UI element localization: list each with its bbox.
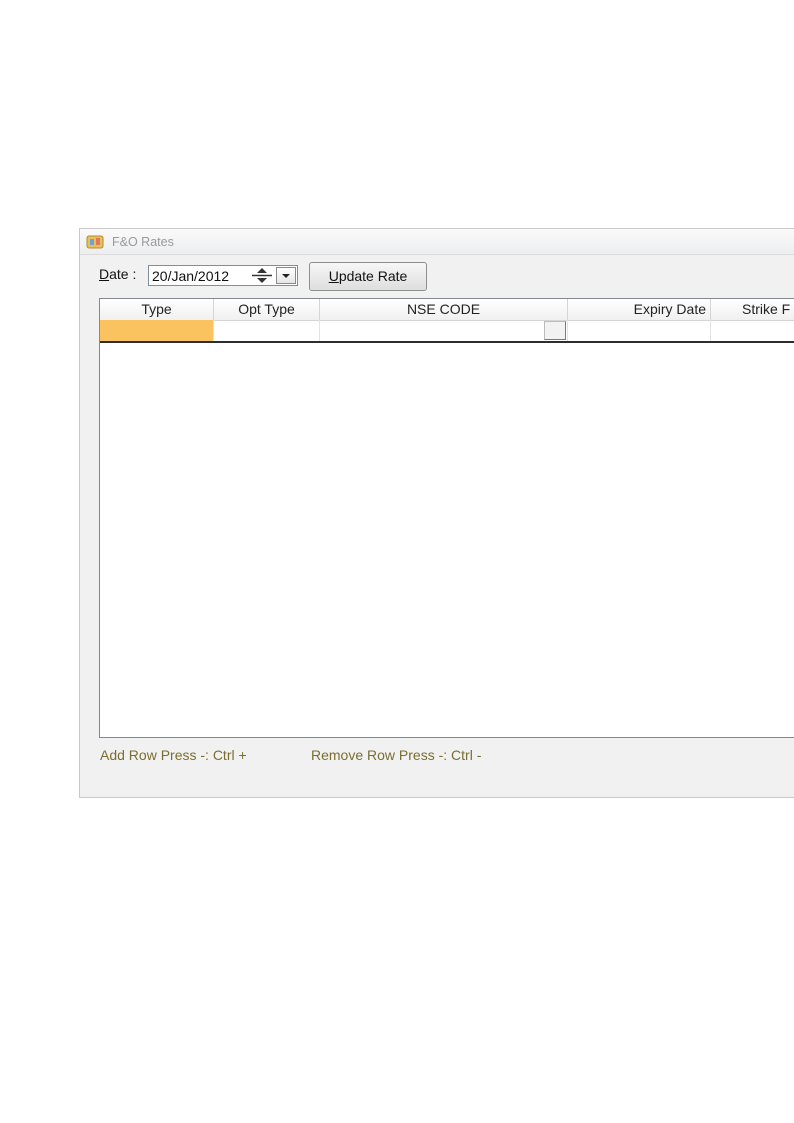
spinner-arrows-icon[interactable]: [251, 267, 273, 284]
cell-nse-code[interactable]: [320, 320, 568, 341]
date-value[interactable]: 20/Jan/2012: [152, 268, 229, 284]
date-label-mnemonic: D: [99, 266, 110, 282]
date-dropdown-button[interactable]: [276, 267, 296, 284]
column-header-expiry-date[interactable]: Expiry Date: [568, 299, 711, 320]
date-picker[interactable]: 20/Jan/2012: [148, 265, 298, 286]
window-title: F&O Rates: [112, 235, 174, 249]
remove-row-hint: Remove Row Press -: Ctrl -: [311, 747, 482, 763]
app-icon: [86, 235, 104, 249]
column-header-type[interactable]: Type: [100, 299, 214, 320]
column-header-nse-code[interactable]: NSE CODE: [320, 299, 568, 320]
column-header-opt-type[interactable]: Opt Type: [214, 299, 320, 320]
table-row[interactable]: [100, 320, 794, 343]
cell-opt-type[interactable]: [214, 320, 320, 341]
update-button-label: pdate Rate: [338, 268, 408, 284]
fo-rates-window: F&O Rates Date : 20/Jan/2012 Update Rate…: [79, 228, 794, 798]
rates-grid[interactable]: Type Opt Type NSE CODE Expiry Date Strik…: [99, 298, 794, 738]
add-row-hint: Add Row Press -: Ctrl +: [100, 747, 247, 763]
column-header-strike[interactable]: Strike F: [711, 299, 794, 320]
cell-expiry-date[interactable]: [568, 320, 711, 341]
update-rate-button[interactable]: Update Rate: [309, 262, 427, 291]
update-button-mnemonic: U: [328, 268, 339, 284]
nse-code-lookup-button[interactable]: [544, 321, 566, 340]
cell-type[interactable]: [100, 320, 214, 341]
date-label: Date :: [99, 266, 136, 282]
chevron-down-icon: [282, 274, 290, 278]
title-bar: F&O Rates: [80, 229, 794, 255]
grid-header: Type Opt Type NSE CODE Expiry Date Strik…: [100, 299, 794, 321]
date-label-text: ate :: [109, 266, 137, 282]
cell-strike[interactable]: [711, 320, 794, 341]
